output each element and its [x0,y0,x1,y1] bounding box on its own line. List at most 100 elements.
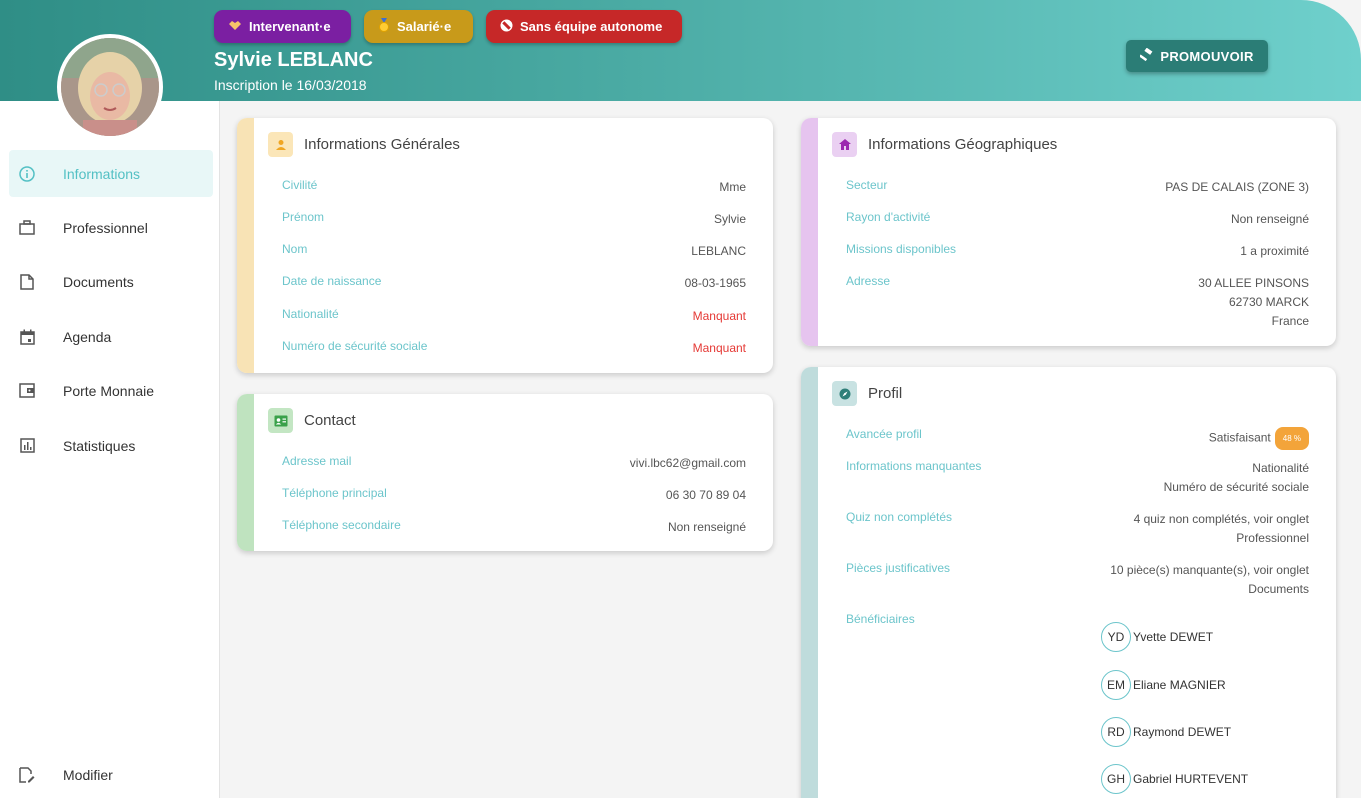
card-title: Informations Générales [304,136,460,153]
sidebar-item-professionnel[interactable]: Professionnel [9,204,213,251]
row-value: 10 pièce(s) manquante(s), voir onglet Do… [1110,561,1309,599]
sidebar-item-agenda[interactable]: Agenda [9,313,213,360]
badge-salarie[interactable]: Salarié·e [364,10,473,43]
handshake-icon [228,19,242,34]
card-title: Profil [868,385,903,402]
row-value: 08-03-1965 [684,276,746,290]
sidebar-item-label: Porte Monnaie [63,382,155,399]
row-value-missing: Manquant [692,341,746,355]
card-header: Informations Géographiques [832,132,1057,157]
contact-card: Contact Adresse mail vivi.lbc62@gmail.co… [237,394,773,551]
card-header: Contact [268,408,356,433]
badge-label: Salarié·e [397,19,452,34]
row-value[interactable]: vivi.lbc62@gmail.com [630,454,746,473]
sidebar-item-porte-monnaie[interactable]: Porte Monnaie [9,367,213,414]
address-line: 62730 MARCK [1228,295,1309,309]
beneficiary-name: Yvette DEWET [1133,630,1214,644]
document-icon [18,273,36,291]
row-label: Rayon d'activité [846,210,931,224]
gavel-icon [1139,47,1156,65]
briefcase-icon [18,219,36,237]
row-value: LEBLANC [691,244,746,258]
row-value: Satisfaisant 48 % [1209,427,1309,450]
address-line: 30 ALLEE PINSONS [1198,276,1309,290]
beneficiary-avatar: EM [1101,670,1131,700]
badge-intervenant[interactable]: Intervenant·e [214,10,351,43]
row-value: Mme [719,180,746,194]
compass-icon [832,381,857,406]
row-label: Prénom [282,210,325,224]
row-label: Avancée profil [846,427,922,441]
sidebar: Informations Professionnel Documents Age… [0,101,220,798]
badge-sans-equipe[interactable]: Sans équipe autonome [486,10,682,43]
beneficiary-name: Eliane MAGNIER [1133,678,1226,692]
row-value: 4 quiz non complétés, voir onglet Profes… [1134,510,1309,548]
beneficiary-item[interactable]: EM Eliane MAGNIER [1101,670,1226,700]
beneficiary-item[interactable]: RD Raymond DEWET [1101,717,1231,747]
card-header: Informations Générales [268,132,460,157]
row-value: Non renseigné [667,520,746,534]
row-label: Bénéficiaires [846,612,915,626]
quiz-text: 4 quiz non complétés, voir onglet [1133,512,1309,526]
badge-label: Intervenant·e [249,19,331,34]
missing-item: Numéro de sécurité sociale [1163,480,1309,494]
edit-label: Modifier [63,766,113,783]
row-value: PAS DE CALAIS (ZONE 3) [1165,180,1309,194]
contact-card-icon [268,408,293,433]
beneficiary-avatar: YD [1101,622,1131,652]
sidebar-item-label: Statistiques [63,437,136,454]
address-line: France [1271,314,1309,328]
pieces-text: 10 pièce(s) manquante(s), voir onglet [1110,563,1309,577]
sidebar-item-label: Informations [63,165,141,182]
row-label: Civilité [282,178,318,192]
beneficiary-name: Raymond DEWET [1133,725,1232,739]
home-icon [832,132,857,157]
chart-icon [18,437,36,455]
sidebar-item-statistiques[interactable]: Statistiques [9,422,213,469]
edit-document-icon [18,766,36,784]
beneficiary-item[interactable]: GH Gabriel HURTEVENT [1101,764,1248,794]
sidebar-item-informations[interactable]: Informations [9,150,213,197]
row-label: Missions disponibles [846,242,957,256]
sidebar-item-label: Agenda [63,328,112,345]
row-label: Date de naissance [282,274,382,288]
row-value: 1 a proximité [1240,244,1309,258]
beneficiary-avatar: GH [1101,764,1131,794]
avatar-photo [61,38,159,136]
missing-item: Nationalité [1252,461,1309,475]
row-label: Téléphone secondaire [282,518,401,532]
row-label: Nationalité [282,307,339,321]
row-label: Téléphone principal [282,486,387,500]
row-label: Adresse [846,274,891,288]
row-value[interactable]: 06 30 70 89 04 [666,486,746,505]
geo-info-card: Informations Géographiques Secteur PAS D… [801,118,1336,346]
promote-button[interactable]: PROMOUVOIR [1126,40,1268,72]
row-value-missing: Manquant [692,309,746,323]
beneficiary-item[interactable]: YD Yvette DEWET [1101,622,1213,652]
wallet-icon [18,382,36,400]
sidebar-item-label: Professionnel [63,219,148,236]
medal-icon [378,18,390,35]
promote-label: PROMOUVOIR [1160,48,1254,64]
row-label: Informations manquantes [846,459,982,473]
row-value: Sylvie [713,212,746,226]
card-accent [237,118,254,373]
row-label: Numéro de sécurité sociale [282,339,428,353]
sidebar-item-documents[interactable]: Documents [9,258,213,305]
edit-profile-button[interactable]: Modifier [9,751,213,798]
profile-card: Profil Avancée profil Satisfaisant 48 % I… [801,367,1336,798]
card-accent [801,118,818,346]
profile-name: Sylvie LEBLANC [214,49,373,71]
progress-percent-badge: 48 % [1274,427,1309,450]
card-header: Profil [832,381,902,406]
sidebar-item-label: Documents [63,273,134,290]
quiz-text: Professionnel [1236,531,1309,545]
status-badges: Intervenant·e Salarié·e Sans équipe auto… [214,10,682,43]
row-label: Nom [282,242,308,256]
beneficiary-avatar: RD [1101,717,1131,747]
progress-status: Satisfaisant [1208,430,1271,445]
pieces-text: Documents [1248,582,1309,596]
row-label: Adresse mail [282,454,352,468]
row-label: Pièces justificatives [846,561,951,575]
badge-label: Sans équipe autonome [520,19,663,34]
